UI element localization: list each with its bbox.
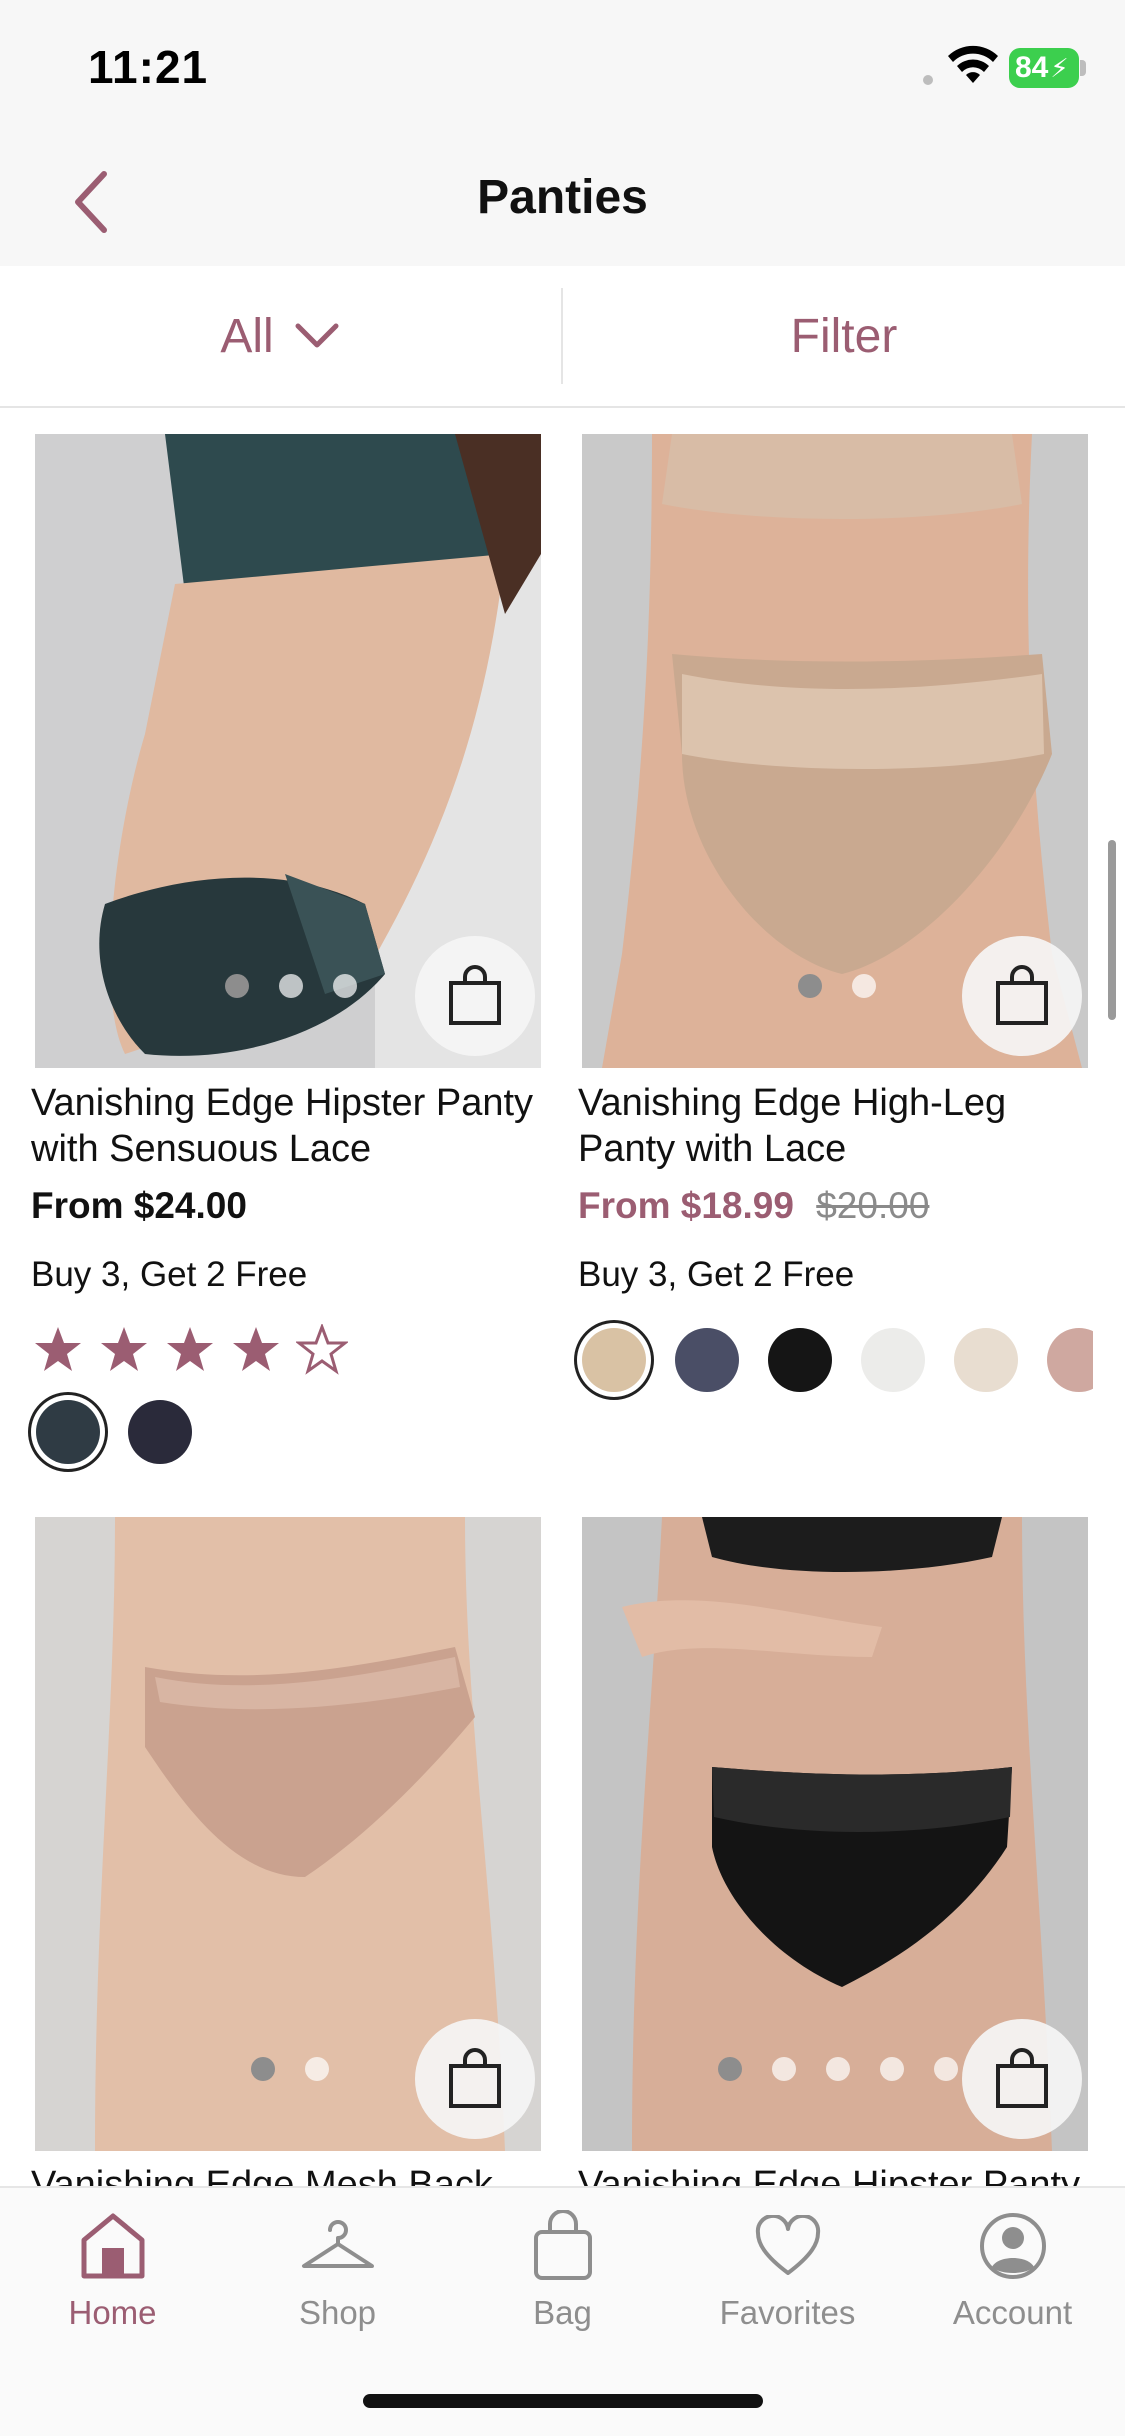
original-price: $20.00	[816, 1185, 930, 1226]
star-filled-icon	[35, 1327, 81, 1371]
tab-account[interactable]: Account	[900, 2206, 1125, 2356]
charging-bolt-icon: ⚡	[1050, 52, 1069, 83]
tab-label: Shop	[298, 2294, 377, 2331]
color-swatch[interactable]	[128, 1400, 192, 1464]
color-swatch[interactable]	[954, 1328, 1018, 1392]
carousel-dot	[225, 974, 249, 998]
product-price: From $18.99 $20.00	[578, 1185, 929, 1227]
add-to-bag-button[interactable]	[962, 936, 1082, 1056]
product-price: From $24.00	[31, 1185, 247, 1226]
carousel-dot	[279, 974, 303, 998]
product-image[interactable]	[35, 434, 541, 1068]
home-icon	[73, 2206, 153, 2286]
chevron-down-icon	[295, 323, 339, 348]
carousel-dot	[333, 974, 357, 998]
status-bar: 11:21 84 ⚡	[0, 0, 1125, 140]
bag-icon	[449, 2048, 501, 2108]
product-name-line: with Sensuous Lace	[31, 1128, 372, 1170]
tab-label: Bag	[533, 2294, 592, 2331]
bag-icon	[996, 965, 1048, 1025]
product-name-line: Panty with Lace	[578, 1128, 847, 1170]
nav-header: Panties	[0, 140, 1125, 266]
product-image[interactable]	[582, 434, 1088, 1068]
swatch-overflow-clip	[1047, 1320, 1093, 1400]
tab-shop[interactable]: Shop	[225, 2206, 450, 2356]
image-carousel-dots	[225, 974, 357, 998]
add-to-bag-button[interactable]	[415, 936, 535, 1056]
image-carousel-dots	[251, 2057, 329, 2081]
account-icon	[973, 2206, 1053, 2286]
sale-price: From $18.99	[578, 1185, 794, 1226]
carousel-dot	[305, 2057, 329, 2081]
category-dropdown-label: All	[220, 309, 274, 363]
heart-icon	[748, 2206, 828, 2286]
battery-nub	[1080, 60, 1086, 76]
product-name[interactable]: Vanishing Edge Hipster Panty with Sensuo…	[31, 1080, 561, 1172]
color-swatch[interactable]	[768, 1328, 832, 1392]
bag-icon	[523, 2206, 603, 2286]
status-dot-icon	[923, 75, 933, 85]
battery-level: 84	[1015, 51, 1049, 84]
rating-stars	[32, 1324, 348, 1376]
color-swatch[interactable]	[1047, 1328, 1093, 1392]
tab-label: Account	[952, 2294, 1073, 2331]
carousel-dot	[934, 2057, 958, 2081]
star-filled-icon	[233, 1327, 279, 1371]
color-swatch[interactable]	[861, 1328, 925, 1392]
product-name[interactable]: Vanishing Edge High-Leg Panty with Lace	[578, 1080, 1108, 1172]
tab-label: Favorites	[719, 2294, 856, 2331]
carousel-dot	[880, 2057, 904, 2081]
product-name-line: Vanishing Edge High-Leg	[578, 1082, 1007, 1124]
tab-bag[interactable]: Bag	[450, 2206, 675, 2356]
wifi-icon	[948, 45, 998, 83]
carousel-dot	[798, 974, 822, 998]
filter-button[interactable]: Filter	[563, 266, 1125, 406]
tab-label: Home	[68, 2294, 157, 2331]
hanger-icon	[298, 2206, 378, 2286]
color-swatch[interactable]	[675, 1328, 739, 1392]
status-time: 11:21	[88, 41, 209, 93]
page-title: Panties	[477, 171, 648, 224]
add-to-bag-button[interactable]	[415, 2019, 535, 2139]
tab-favorites[interactable]: Favorites	[675, 2206, 900, 2356]
image-carousel-dots	[718, 2057, 958, 2081]
image-carousel-dots	[798, 974, 876, 998]
tab-home[interactable]: Home	[0, 2206, 225, 2356]
filter-bar: All Filter	[0, 266, 1125, 408]
star-empty-icon	[296, 1324, 348, 1375]
carousel-dot	[852, 974, 876, 998]
star-filled-icon	[101, 1327, 147, 1371]
product-image[interactable]	[35, 1517, 541, 2151]
product-promo: Buy 3, Get 2 Free	[578, 1255, 855, 1294]
bag-icon	[449, 965, 501, 1025]
carousel-dot	[251, 2057, 275, 2081]
filter-label: Filter	[790, 309, 898, 363]
color-swatch[interactable]	[582, 1328, 646, 1392]
bag-icon	[996, 2048, 1048, 2108]
product-image[interactable]	[582, 1517, 1088, 2151]
add-to-bag-button[interactable]	[962, 2019, 1082, 2139]
battery-icon: 84 ⚡	[1009, 48, 1079, 88]
carousel-dot	[826, 2057, 850, 2081]
product-promo: Buy 3, Get 2 Free	[31, 1255, 308, 1294]
carousel-dot	[718, 2057, 742, 2081]
product-name-line: Vanishing Edge Hipster Panty	[31, 1082, 534, 1124]
scrollbar[interactable]	[1108, 840, 1116, 1020]
carousel-dot	[772, 2057, 796, 2081]
color-swatch[interactable]	[36, 1400, 100, 1464]
home-indicator	[363, 2394, 763, 2408]
category-dropdown-button[interactable]: All	[0, 266, 560, 406]
star-filled-icon	[167, 1327, 213, 1371]
